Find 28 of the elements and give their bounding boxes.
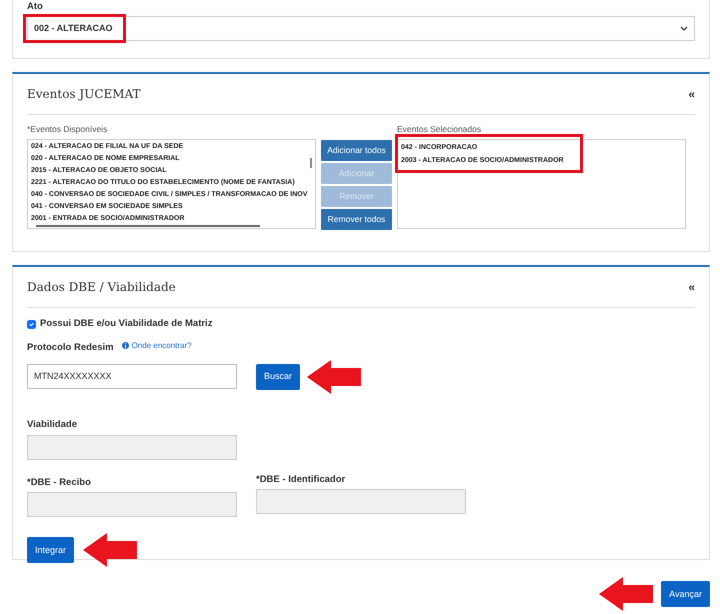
list-label: Eventos Selecionados (397, 123, 482, 136)
field-label: *DBE - Recibo (27, 476, 92, 490)
field-label: Viabilidade (27, 418, 78, 432)
next-button[interactable]: Avançar (661, 581, 710, 608)
transfer-button[interactable]: Adicionar todos (321, 140, 392, 162)
checkbox-label: Possui DBE e/ou Viabilidade de Matriz (40, 317, 212, 332)
field-label: *DBE - Identificador (256, 473, 346, 487)
pointer-arrow-icon (599, 577, 654, 612)
scrollbar-thumb[interactable] (310, 158, 312, 168)
transfer-button[interactable]: Remover todos (321, 209, 392, 230)
text-field[interactable]: MTN24XXXXXXXX (27, 364, 237, 390)
help-link[interactable]: Onde encontrar? (122, 340, 192, 352)
field-label: Protocolo Redesim (27, 340, 114, 354)
search-button[interactable]: Buscar (256, 364, 300, 390)
section-title: Dados DBE / Viabilidade (27, 279, 176, 296)
collapse-toggle[interactable]: « (688, 278, 695, 296)
list-label: *Eventos Disponíveis (27, 123, 108, 136)
section-title: Eventos JUCEMAT (27, 86, 141, 104)
caret-icon (680, 26, 688, 32)
select-value: 002 - ALTERACAO (34, 22, 113, 35)
scrollbar-thumb[interactable] (36, 225, 260, 227)
pointer-arrow-icon (307, 360, 362, 394)
field-label: Ato (27, 0, 44, 14)
checkbox[interactable] (27, 320, 36, 329)
integrate-button[interactable]: Integrar (27, 537, 74, 564)
collapse-toggle[interactable]: « (688, 85, 695, 104)
pointer-arrow-icon (83, 533, 138, 568)
info-icon (122, 342, 129, 350)
